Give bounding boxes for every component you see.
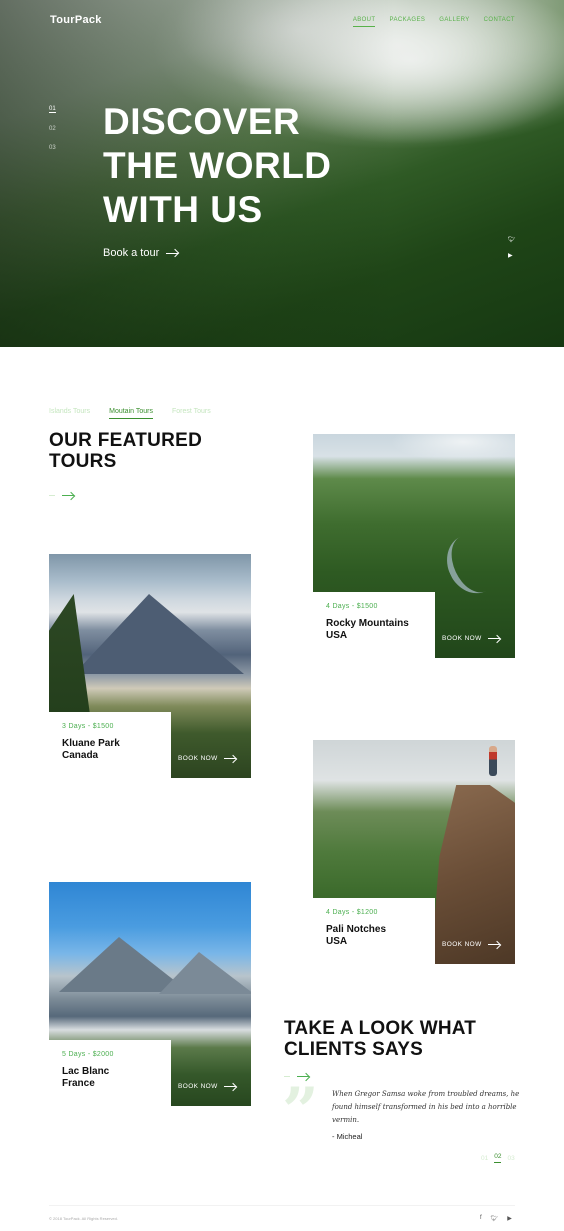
testimonial-quote: When Gregor Samsa woke from troubled dre… [332, 1090, 520, 1124]
testimonials-title: TAKE A LOOK WHAT CLIENTS SAYS [284, 1018, 476, 1060]
tour-card-lac-blanc[interactable]: 5 Days - $2000 Lac Blanc France BOOK NOW [49, 882, 251, 1106]
tour-name: Lac Blanc France [62, 1066, 158, 1090]
tour-category-tabs: Islands Tours Moutain Tours Forest Tours [49, 408, 211, 419]
tour-card-rocky-mountains[interactable]: 4 Days - $1500 Rocky Mountains USA BOOK … [313, 434, 515, 658]
book-tour-label: Book a tour [103, 247, 160, 259]
twitter-icon[interactable]: 🐦︎ [491, 1215, 499, 1222]
featured-pager [49, 495, 74, 496]
copyright-text: © 2018 TourPack. All Rights Reserved. [49, 1216, 118, 1221]
brand-logo[interactable]: TourPack [50, 14, 102, 26]
testimonial-page-1[interactable]: 01 [481, 1155, 488, 1162]
book-now-label: BOOK NOW [178, 755, 218, 762]
river-shape [437, 526, 509, 602]
hero-title-line-3: WITH US [103, 189, 263, 230]
tour-name-line-2: USA [326, 936, 348, 947]
book-now-button[interactable]: BOOK NOW [442, 635, 500, 642]
hero-slide-indicator: 01 02 03 [49, 106, 56, 151]
tour-name-line-2: Canada [62, 750, 99, 761]
quote-mark-icon: ” [282, 1074, 319, 1149]
cliff-shape [431, 785, 515, 964]
tour-name-line-2: France [62, 1078, 95, 1089]
book-now-label: BOOK NOW [442, 635, 482, 642]
slide-index-2[interactable]: 02 [49, 126, 56, 132]
twitter-icon[interactable]: 🐦︎ [508, 236, 516, 243]
tour-name-line-2: USA [326, 630, 348, 641]
featured-title-line-2: TOURS [49, 451, 117, 472]
tour-card-pali-notches[interactable]: 4 Days - $1200 Pali Notches USA BOOK NOW [313, 740, 515, 964]
nav-contact[interactable]: CONTACT [484, 17, 515, 27]
tour-info-card: 4 Days - $1200 Pali Notches USA [313, 898, 435, 964]
book-now-label: BOOK NOW [442, 941, 482, 948]
book-now-button[interactable]: BOOK NOW [178, 755, 236, 762]
testimonial-page-3[interactable]: 03 [507, 1155, 514, 1162]
testimonials-title-line-1: TAKE A LOOK WHAT [284, 1018, 477, 1039]
tour-price: 4 Days - $1200 [326, 909, 378, 916]
hero-social-links: 🐦︎ ▶ [508, 236, 516, 259]
tour-name: Kluane Park Canada [62, 738, 158, 762]
nav-about[interactable]: ABOUT [352, 17, 376, 27]
main-nav: ABOUT PACKAGES GALLERY CONTACT [352, 17, 515, 27]
testimonial-author: - Micheal [332, 1132, 363, 1141]
testimonial-page-indicator: 01 02 03 [481, 1153, 515, 1163]
next-arrow-icon[interactable] [62, 495, 74, 496]
slide-index-3[interactable]: 03 [49, 145, 56, 151]
featured-tours-title: OUR FEATURED TOURS [49, 430, 202, 472]
nav-packages[interactable]: PACKAGES [389, 17, 425, 27]
book-tour-button[interactable]: Book a tour [103, 247, 179, 259]
book-now-label: BOOK NOW [178, 1083, 218, 1090]
arrow-right-icon [487, 944, 500, 945]
tour-price: 4 Days - $1500 [326, 603, 378, 610]
featured-title-line-1: OUR FEATURED [49, 430, 203, 451]
hero-title-line-2: THE WORLD [103, 145, 332, 186]
youtube-icon[interactable]: ▶ [507, 1215, 512, 1222]
hero-title: DISCOVER THE WORLD WITH US [103, 100, 403, 232]
arrow-right-icon [487, 638, 500, 639]
tab-forest-tours[interactable]: Forest Tours [172, 408, 211, 419]
tour-name: Rocky Mountains USA [326, 618, 422, 642]
footer-social-links: f 🐦︎ ▶ [480, 1215, 512, 1222]
tour-name-line-1: Lac Blanc [62, 1066, 110, 1077]
youtube-icon[interactable]: ▶ [508, 252, 516, 259]
book-now-button[interactable]: BOOK NOW [178, 1083, 236, 1090]
hiker-shape [489, 746, 497, 776]
facebook-icon[interactable]: f [480, 1215, 482, 1222]
tour-info-card: 5 Days - $2000 Lac Blanc France [49, 1040, 171, 1106]
footer-divider [49, 1205, 515, 1206]
tour-name-line-1: Pali Notches [326, 924, 387, 935]
tab-islands-tours[interactable]: Islands Tours [49, 408, 90, 419]
testimonials-title-line-2: CLIENTS SAYS [284, 1039, 423, 1060]
book-now-button[interactable]: BOOK NOW [442, 941, 500, 948]
testimonial-page-2[interactable]: 02 [494, 1153, 502, 1163]
tour-name: Pali Notches USA [326, 924, 422, 948]
hero-title-line-1: DISCOVER [103, 101, 301, 142]
nav-gallery[interactable]: GALLERY [439, 17, 469, 27]
arrow-right-icon [166, 252, 179, 254]
tour-price: 3 Days - $1500 [62, 723, 114, 730]
arrow-right-icon [223, 1086, 236, 1087]
tour-info-card: 4 Days - $1500 Rocky Mountains USA [313, 592, 435, 658]
hero-section: TourPack ABOUT PACKAGES GALLERY CONTACT … [0, 0, 564, 347]
tour-card-kluane-park[interactable]: 3 Days - $1500 Kluane Park Canada BOOK N… [49, 554, 251, 778]
tour-price: 5 Days - $2000 [62, 1051, 114, 1058]
tour-name-line-1: Rocky Mountains [326, 618, 409, 629]
tab-mountain-tours[interactable]: Moutain Tours [109, 408, 153, 419]
tour-info-card: 3 Days - $1500 Kluane Park Canada [49, 712, 171, 778]
slide-index-1[interactable]: 01 [49, 106, 56, 113]
mountain-shape [74, 594, 244, 674]
mountain-shape [159, 952, 251, 994]
tour-name-line-1: Kluane Park [62, 738, 120, 749]
previous-arrow-icon[interactable] [49, 495, 55, 496]
arrow-right-icon [223, 758, 236, 759]
